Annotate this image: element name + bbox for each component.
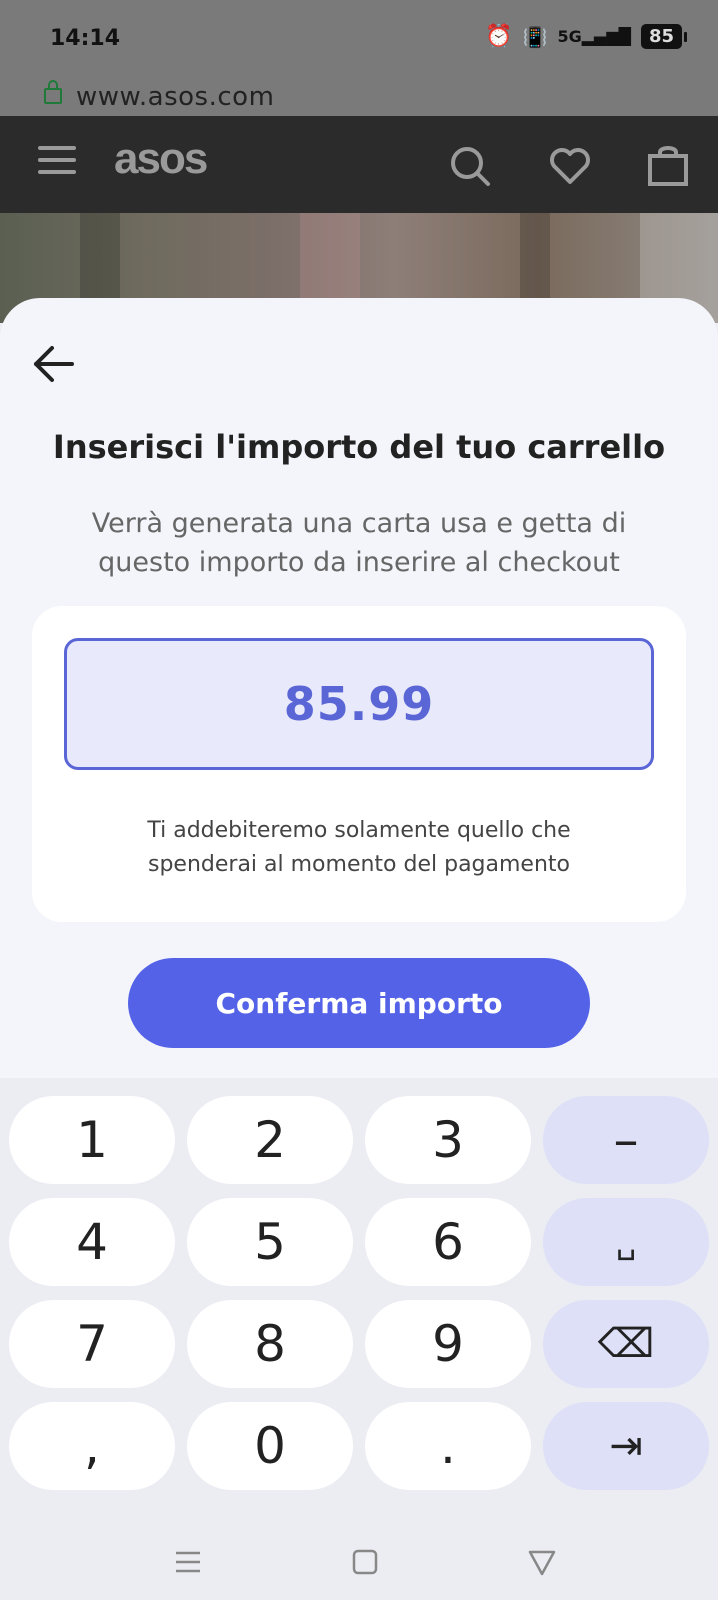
bag-icon[interactable]: [646, 144, 690, 188]
note-line-1: Ti addebiteremo solamente quello che: [147, 818, 571, 843]
key-minus[interactable]: –: [543, 1096, 709, 1184]
status-time: 14:14: [50, 26, 121, 51]
status-bar: 14:14 ⏰ 📳 5G▂▄▆█ 85: [0, 0, 718, 80]
key-comma[interactable]: ,: [9, 1402, 175, 1490]
status-icons: ⏰ 📳 5G▂▄▆█ 85: [485, 24, 688, 49]
key-9[interactable]: 9: [365, 1300, 531, 1388]
sheet-subtitle: Verrà generata una carta usa e getta di …: [60, 504, 658, 582]
network-type: 5G: [557, 27, 582, 46]
menu-icon[interactable]: [38, 146, 76, 178]
amount-input[interactable]: 85.99: [64, 638, 654, 770]
key-4[interactable]: 4: [9, 1198, 175, 1286]
lock-icon: [44, 80, 62, 104]
back-nav-icon[interactable]: [522, 1542, 562, 1582]
note-line-2: spenderai al momento del pagamento: [148, 852, 570, 877]
back-arrow-icon[interactable]: [30, 340, 78, 388]
battery-icon: 85: [640, 24, 688, 49]
recent-apps-icon[interactable]: [168, 1542, 208, 1582]
amount-sheet: Inserisci l'importo del tuo carrello Ver…: [0, 298, 718, 1078]
system-nav-bar: [0, 1520, 718, 1600]
home-icon[interactable]: [345, 1542, 385, 1582]
alarm-icon: ⏰: [485, 24, 513, 49]
asos-logo[interactable]: asos: [114, 134, 208, 184]
subtitle-line-1: Verrà generata una carta usa e getta di: [91, 508, 627, 539]
vibrate-icon: 📳: [522, 24, 548, 49]
key-next[interactable]: ⇥: [543, 1402, 709, 1490]
key-8[interactable]: 8: [187, 1300, 353, 1388]
key-1[interactable]: 1: [9, 1096, 175, 1184]
key-period[interactable]: .: [365, 1402, 531, 1490]
heart-icon[interactable]: [548, 144, 592, 188]
key-space[interactable]: ␣: [543, 1198, 709, 1286]
site-header: asos: [0, 116, 718, 213]
confirm-amount-button[interactable]: Conferma importo: [128, 958, 590, 1048]
url-bar[interactable]: www.asos.com: [0, 80, 718, 116]
numeric-keyboard: 1 2 3 – 4 5 6 ␣ 7 8 9 ⌫ , 0 . ⇥: [0, 1084, 718, 1520]
sheet-title: Inserisci l'importo del tuo carrello: [52, 428, 666, 466]
amount-value: 85.99: [283, 677, 435, 731]
subtitle-line-2: questo importo da inserire al checkout: [98, 547, 620, 578]
key-6[interactable]: 6: [365, 1198, 531, 1286]
key-7[interactable]: 7: [9, 1300, 175, 1388]
search-icon[interactable]: [448, 144, 492, 188]
key-3[interactable]: 3: [365, 1096, 531, 1184]
url-text: www.asos.com: [76, 82, 275, 112]
key-5[interactable]: 5: [187, 1198, 353, 1286]
key-0[interactable]: 0: [187, 1402, 353, 1490]
key-2[interactable]: 2: [187, 1096, 353, 1184]
charge-note: Ti addebiteremo solamente quello che spe…: [72, 814, 646, 882]
amount-card: 85.99 Ti addebiteremo solamente quello c…: [32, 606, 686, 922]
signal-icon: 5G▂▄▆█: [557, 27, 631, 46]
key-backspace[interactable]: ⌫: [543, 1300, 709, 1388]
